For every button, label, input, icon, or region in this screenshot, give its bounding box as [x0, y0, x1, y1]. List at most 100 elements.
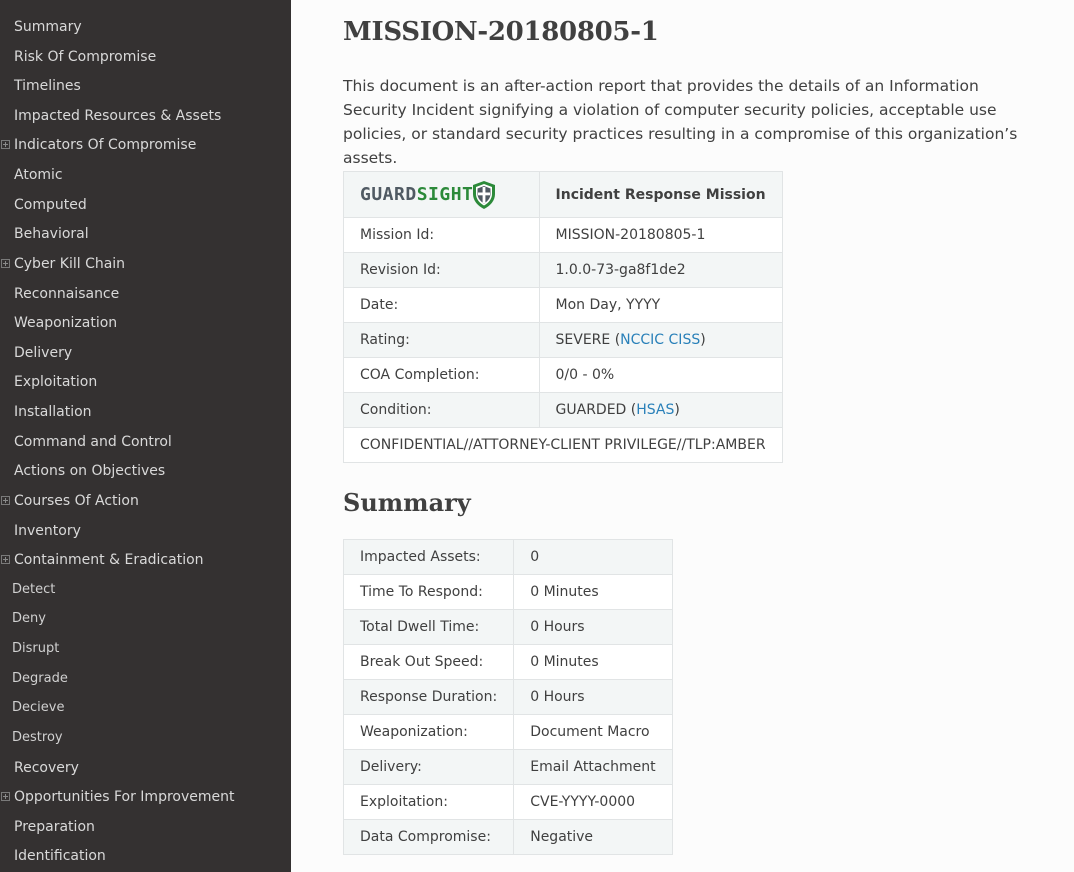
row-value: Negative	[513, 819, 673, 855]
guardsight-logo: GUARD SIGHT	[360, 180, 523, 210]
sidebar-item-label: Preparation	[14, 818, 95, 835]
sidebar-item-label: Indicators Of Compromise	[14, 137, 197, 154]
mission-table-title: Incident Response Mission	[538, 171, 783, 218]
row-label: Rating:	[343, 322, 540, 358]
sidebar-item-label: Reconnaisance	[14, 285, 120, 302]
row-value: GUARDED (HSAS)	[538, 392, 783, 428]
row-label: Condition:	[343, 392, 540, 428]
row-label: Time To Respond:	[342, 574, 515, 610]
table-row: Time To Respond: 0 Minutes	[342, 574, 673, 610]
row-value: MISSION-20180805-1	[538, 217, 783, 253]
sidebar-item-label: Computed	[14, 196, 87, 213]
rating-value: SEVERE (	[555, 332, 621, 348]
nccic-ciss-link[interactable]: NCCIC CISS	[620, 332, 700, 348]
sidebar-item-label: Actions on Objectives	[14, 463, 166, 480]
sidebar-item-label: Behavioral	[14, 226, 89, 243]
table-row: Total Dwell Time: 0 Hours	[342, 609, 673, 645]
expand-icon[interactable]	[1, 140, 10, 150]
summary-table: Impacted Assets: 0 Time To Respond: 0 Minu…	[342, 539, 673, 855]
expand-icon[interactable]	[1, 792, 10, 802]
expand-icon[interactable]	[1, 495, 10, 505]
row-value: 0	[513, 539, 673, 575]
sidebar-item-label: Risk Of Compromise	[14, 48, 157, 65]
sidebar-item-label: Disrupt	[12, 641, 60, 657]
row-value: Mon Day, YYYY	[538, 287, 783, 323]
table-row: Mission Id: MISSION-20180805-1	[343, 217, 783, 253]
sidebar-item-label: Weaponization	[14, 315, 118, 332]
table-row: Data Compromise: Negative	[342, 819, 673, 855]
row-label: Exploitation:	[342, 784, 515, 820]
table-row: Impacted Assets: 0	[342, 539, 673, 575]
row-label: Impacted Assets:	[342, 539, 515, 575]
sidebar-item-label: Courses Of Action	[14, 492, 139, 509]
row-label: Weaponization:	[342, 714, 515, 750]
page-title: MISSION-20180805-1	[343, 17, 659, 47]
summary-heading: Summary	[343, 488, 471, 517]
expand-icon[interactable]	[1, 555, 10, 565]
table-row: Rating: SEVERE (NCCIC CISS)	[343, 322, 783, 358]
sidebar-item-label: Installation	[14, 404, 92, 421]
classification-footer: CONFIDENTIAL//ATTORNEY-CLIENT PRIVILEGE/…	[343, 427, 783, 463]
row-value: 1.0.0-73-ga8f1de2	[538, 252, 783, 288]
logo-cell: GUARD SIGHT	[343, 171, 540, 218]
row-value: 0 Minutes	[513, 574, 673, 610]
table-row: Condition: GUARDED (HSAS)	[343, 392, 783, 428]
sidebar-item-label: Deny	[12, 611, 46, 627]
rating-suffix: )	[700, 332, 706, 348]
table-row: Break Out Speed: 0 Minutes	[342, 644, 673, 680]
mission-table-header: GUARD SIGHT Incident Response Mission	[343, 171, 783, 218]
sidebar-item-label: Detect	[12, 581, 56, 597]
row-label: Total Dwell Time:	[342, 609, 515, 645]
table-row: Exploitation: CVE-YYYY-0000	[342, 784, 673, 820]
table-row: COA Completion: 0/0 - 0%	[343, 357, 783, 393]
row-label: Data Compromise:	[342, 819, 515, 855]
row-value: SEVERE (NCCIC CISS)	[538, 322, 783, 358]
intro-paragraph: This document is an after-action report …	[343, 77, 1018, 167]
sidebar-item-label: Summary	[14, 19, 82, 35]
table-row: Revision Id: 1.0.0-73-ga8f1de2	[343, 252, 783, 288]
sidebar-item-label: Destroy	[12, 729, 63, 745]
row-label: Mission Id:	[343, 217, 540, 253]
condition-value: GUARDED (	[555, 402, 637, 418]
sidebar-item-label: Containment & Eradication	[14, 552, 204, 569]
table-row: Weaponization: Document Macro	[342, 714, 673, 750]
sidebar-item-label: Opportunities For Improvement	[14, 789, 235, 806]
shield-icon	[473, 180, 496, 209]
sidebar-item-label: Impacted Resources & Assets	[14, 107, 222, 124]
condition-suffix: )	[674, 402, 680, 418]
row-label: Response Duration:	[342, 679, 515, 715]
table-row: CONFIDENTIAL//ATTORNEY-CLIENT PRIVILEGE/…	[343, 427, 783, 463]
row-label: Date:	[343, 287, 540, 323]
sidebar-item-label: Identification	[14, 848, 106, 865]
sidebar-item-label: Delivery	[14, 344, 73, 361]
row-label: Delivery:	[342, 749, 515, 785]
row-value: Email Attachment	[513, 749, 673, 785]
logo-text-sight: SIGHT	[416, 184, 474, 205]
row-label: Break Out Speed:	[342, 644, 515, 680]
row-value: 0/0 - 0%	[538, 357, 783, 393]
table-row: Date: Mon Day, YYYY	[343, 287, 783, 323]
expand-icon[interactable]	[1, 258, 10, 268]
sidebar-item-label: Degrade	[12, 670, 68, 686]
hsas-link[interactable]: HSAS	[636, 402, 674, 418]
sidebar-item-label: Atomic	[14, 167, 63, 184]
table-row: Response Duration: 0 Hours	[342, 679, 673, 715]
sidebar-item-label: Inventory	[14, 522, 81, 539]
row-label: Revision Id:	[343, 252, 540, 288]
row-value: 0 Minutes	[513, 644, 673, 680]
table-row: Delivery: Email Attachment	[342, 749, 673, 785]
row-value: Document Macro	[513, 714, 673, 750]
sidebar-item-label: Exploitation	[14, 374, 98, 391]
sidebar-item-label: Cyber Kill Chain	[14, 255, 126, 272]
row-value: 0 Hours	[513, 679, 673, 715]
sidebar: Summary Risk Of Compromise Timelines Impact…	[0, 0, 291, 872]
sidebar-item-label: Timelines	[14, 78, 81, 95]
row-value: CVE-YYYY-0000	[513, 784, 673, 820]
sidebar-item-label: Command and Control	[14, 433, 172, 450]
sidebar-item-label: Recovery	[14, 759, 79, 776]
row-label: COA Completion:	[343, 357, 540, 393]
mission-table: GUARD SIGHT Incident Response Mission Mis…	[343, 171, 783, 463]
row-value: 0 Hours	[513, 609, 673, 645]
logo-text-guard: GUARD	[360, 184, 417, 205]
sidebar-item-label: Decieve	[12, 700, 65, 716]
